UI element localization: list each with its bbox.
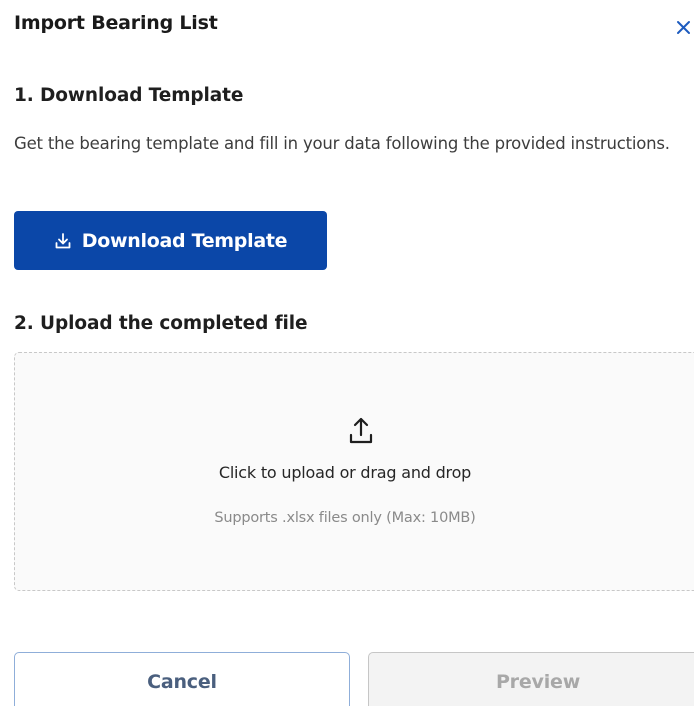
- download-template-label: Download Template: [81, 229, 288, 252]
- cancel-button[interactable]: Cancel: [14, 652, 350, 706]
- close-icon: [677, 21, 690, 34]
- upload-instruction: Click to upload or drag and drop: [15, 463, 694, 482]
- step1-description: Get the bearing template and fill in you…: [14, 134, 670, 153]
- upload-hint-text: Supports .xlsx files only (Max: 10MB): [214, 510, 476, 526]
- upload-hint: Supports .xlsx files only (Max: 10MB): [15, 510, 694, 526]
- import-dialog: Import Bearing List 1. Download Template…: [0, 0, 694, 706]
- step1-heading: 1. Download Template: [14, 85, 244, 106]
- download-template-button[interactable]: Download Template: [14, 211, 327, 270]
- file-dropzone[interactable]: Click to upload or drag and drop Support…: [14, 352, 694, 591]
- close-button[interactable]: [672, 14, 694, 40]
- step2-heading: 2. Upload the completed file: [14, 313, 308, 334]
- upload-instruction-text: Click to upload or drag and drop: [218, 463, 472, 482]
- preview-button[interactable]: Preview: [368, 652, 694, 706]
- download-icon: [55, 232, 71, 248]
- dialog-title: Import Bearing List: [14, 12, 218, 34]
- upload-icon: [349, 417, 373, 444]
